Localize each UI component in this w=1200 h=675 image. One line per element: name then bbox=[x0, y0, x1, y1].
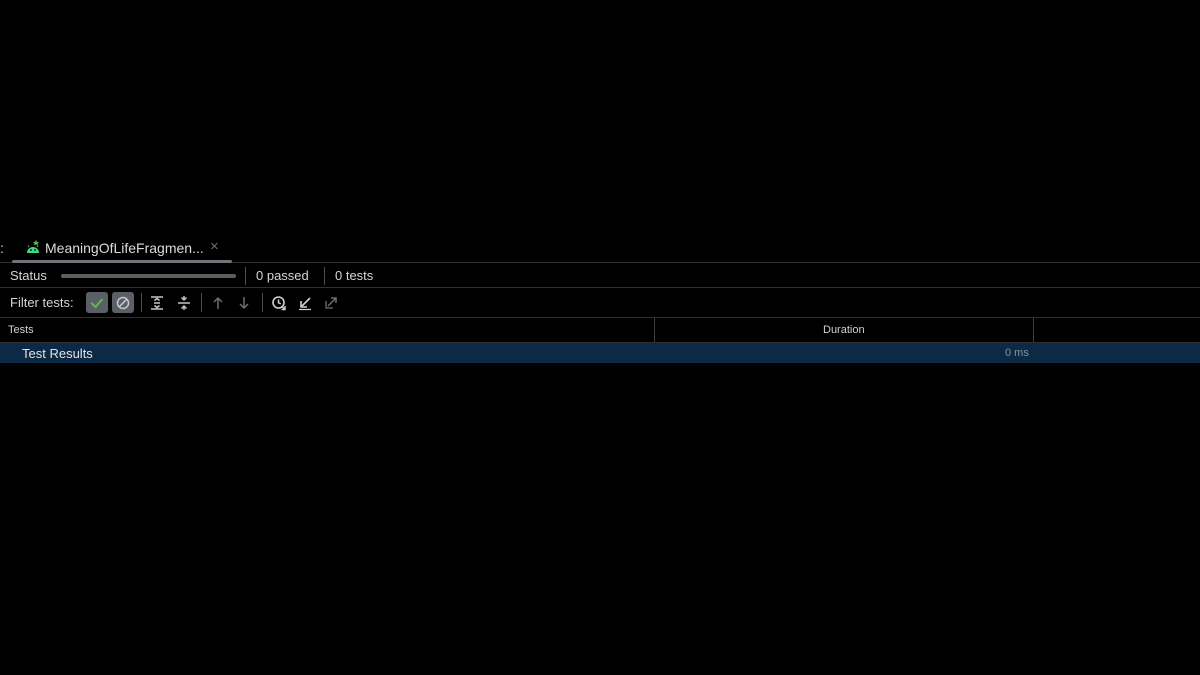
android-test-run-icon bbox=[25, 239, 41, 255]
status-bar: Status 0 passed 0 tests bbox=[0, 263, 1200, 288]
column-header-tests[interactable]: Tests bbox=[8, 324, 34, 336]
status-label: Status bbox=[10, 268, 47, 283]
history-icon bbox=[272, 295, 286, 310]
test-runner-panel: : MeaningOfLifeFragmen... × Status 0 pas… bbox=[0, 236, 1200, 364]
divider bbox=[201, 293, 202, 312]
ignored-icon bbox=[116, 296, 130, 309]
column-divider[interactable] bbox=[654, 318, 655, 342]
test-progress-bar bbox=[61, 274, 236, 278]
test-history-button[interactable] bbox=[268, 292, 290, 313]
import-tests-button[interactable] bbox=[294, 292, 316, 313]
passed-count: 0 passed bbox=[256, 268, 309, 283]
show-passed-toggle[interactable] bbox=[86, 292, 108, 313]
tests-count: 0 tests bbox=[335, 268, 374, 283]
previous-failed-button[interactable] bbox=[207, 292, 229, 313]
export-tests-button[interactable] bbox=[320, 292, 342, 313]
collapse-all-button[interactable] bbox=[173, 292, 195, 313]
arrow-up-icon bbox=[213, 296, 223, 309]
divider bbox=[245, 267, 246, 285]
tab-label: MeaningOfLifeFragmen... bbox=[45, 240, 204, 256]
expand-all-button[interactable] bbox=[146, 292, 168, 313]
test-results-node[interactable]: Test Results bbox=[22, 346, 93, 361]
check-icon bbox=[91, 298, 103, 308]
import-icon bbox=[299, 296, 311, 310]
test-duration: 0 ms bbox=[1005, 347, 1029, 359]
collapse-all-icon bbox=[178, 295, 190, 310]
tab-meaning-of-life-fragment[interactable]: MeaningOfLifeFragmen... × bbox=[12, 236, 232, 263]
arrow-down-icon bbox=[239, 296, 249, 309]
show-ignored-toggle[interactable] bbox=[112, 292, 134, 313]
expand-all-icon bbox=[151, 295, 163, 310]
column-header-duration[interactable]: Duration bbox=[823, 324, 865, 336]
next-failed-button[interactable] bbox=[233, 292, 255, 313]
filter-toolbar: Filter tests: bbox=[0, 288, 1200, 318]
divider bbox=[141, 293, 142, 312]
tab-bar: : MeaningOfLifeFragmen... × bbox=[0, 236, 1200, 263]
table-row[interactable]: Test Results 0 ms bbox=[0, 343, 1200, 363]
close-icon[interactable]: × bbox=[210, 238, 219, 255]
filter-tests-label: Filter tests: bbox=[10, 295, 74, 310]
divider bbox=[262, 293, 263, 312]
tab-prefix: : bbox=[0, 240, 4, 256]
table-header: Tests Duration bbox=[0, 318, 1200, 343]
column-divider[interactable] bbox=[1033, 318, 1034, 342]
export-icon bbox=[325, 296, 337, 309]
divider bbox=[324, 267, 325, 285]
